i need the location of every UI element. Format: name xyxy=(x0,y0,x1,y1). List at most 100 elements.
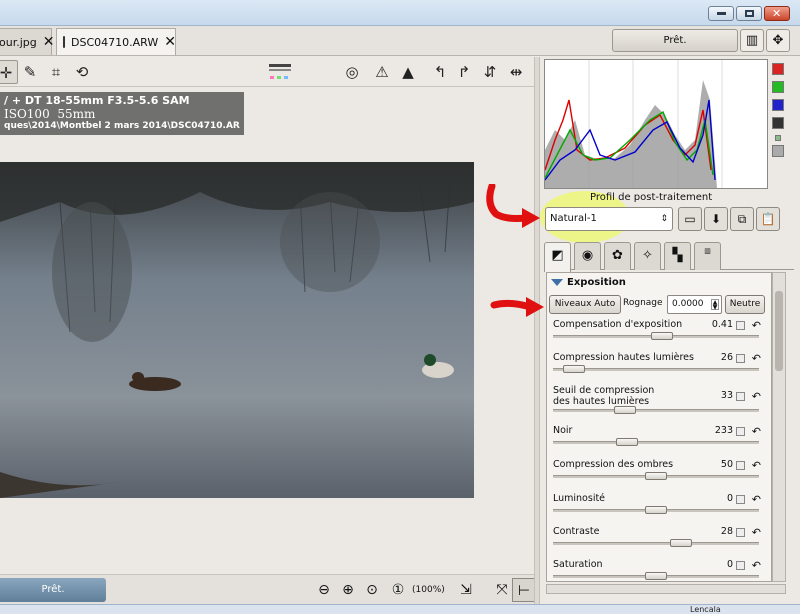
flip-vertical-icon[interactable]: ⇵ xyxy=(478,60,502,84)
slider-knob[interactable] xyxy=(562,365,585,373)
neutral-button[interactable]: Neutre xyxy=(725,295,765,314)
white-balance-picker-icon[interactable]: ✎ xyxy=(18,60,42,84)
reset-icon[interactable]: ↶ xyxy=(752,527,761,538)
straighten-tool-icon[interactable]: ⟲ xyxy=(70,60,94,84)
histogram-red-toggle[interactable] xyxy=(772,63,784,75)
reset-icon[interactable]: ↶ xyxy=(752,494,761,505)
slider-knob[interactable] xyxy=(616,438,639,446)
processing-profile-select[interactable]: Natural-1 ⇕ xyxy=(545,207,673,231)
queue-status-button[interactable]: Prêt. xyxy=(612,29,738,52)
zoom-in-icon[interactable]: ⊕ xyxy=(336,578,360,602)
status-bar: Prêt. ⊖ ⊕ ⊙ ① (100%) ⇲ ⤧ ⊢ xyxy=(0,574,536,604)
flip-horizontal-icon[interactable]: ⇹ xyxy=(504,60,528,84)
tab-dsc04710[interactable]: DSC04710.ARW ✕ xyxy=(56,28,176,55)
spin-arrows-icon[interactable] xyxy=(736,461,745,470)
reset-icon[interactable]: ↶ xyxy=(752,460,761,471)
rotate-left-icon[interactable]: ↰ xyxy=(428,60,452,84)
toggle-right-panel-icon[interactable]: ⊢ xyxy=(512,578,536,602)
slider-value: 233 xyxy=(714,425,733,436)
tab-label: our.jpg xyxy=(0,35,37,49)
tab-raw-icon[interactable]: ▥ xyxy=(694,242,721,270)
spin-arrows-icon[interactable] xyxy=(736,427,745,436)
rotate-right-icon[interactable]: ↱ xyxy=(452,60,476,84)
right-panel: Profil de post-traitement Natural-1 ⇕ ▭ … xyxy=(486,57,800,604)
close-icon: ✕ xyxy=(772,7,782,20)
auto-levels-button[interactable]: Niveaux Auto xyxy=(549,295,621,314)
image-toolbar: ✛ ✎ ⌗ ⟲ ◎ ⚠ ▲ ↰ ↱ ⇵ ⇹ xyxy=(0,57,534,87)
slider-label: Compression hautes lumières xyxy=(553,352,694,363)
detail-window-icon[interactable]: ⇲ xyxy=(454,578,478,602)
slider-knob[interactable] xyxy=(645,506,667,514)
close-tab-icon[interactable]: ✕ xyxy=(43,34,55,50)
histogram-luminance-toggle[interactable] xyxy=(772,117,784,129)
zoom-out-icon[interactable]: ⊖ xyxy=(312,578,336,602)
exposure-controls-row: Niveaux Auto Rognage 0.0000 ▲ ▼ Neutre xyxy=(549,295,769,315)
close-window-button[interactable]: ✕ xyxy=(764,6,790,21)
slider-knob[interactable] xyxy=(614,406,637,414)
panel-scrollbar[interactable] xyxy=(772,272,786,582)
spin-arrows-icon[interactable]: ▲ ▼ xyxy=(711,299,719,311)
spin-arrows-icon[interactable] xyxy=(736,321,745,330)
reset-icon[interactable]: ↶ xyxy=(752,426,761,437)
highlight-clipping-warning-icon[interactable]: ▲ xyxy=(396,60,420,84)
reset-icon[interactable]: ↶ xyxy=(752,320,761,331)
slider-knob[interactable] xyxy=(645,572,667,580)
paste-profile-icon[interactable]: 📋 xyxy=(756,207,780,231)
os-taskbar: Lencala xyxy=(0,604,800,614)
tool-tabs: ◩ ◉ ✿ ✧ ▚ ▥ xyxy=(544,240,794,272)
minimize-icon xyxy=(717,12,726,15)
red-arrow-annotation-2 xyxy=(490,297,544,317)
slider-label: Seuil de compression des hautes lumières xyxy=(553,385,655,407)
tab-advanced-icon[interactable]: ✧ xyxy=(634,242,661,270)
close-tab-icon[interactable]: ✕ xyxy=(164,34,176,50)
focus-mask-icon[interactable]: ◎ xyxy=(340,60,364,84)
before-after-icon[interactable] xyxy=(266,60,294,84)
slider-value: 0.41 xyxy=(711,319,733,330)
zoom-100-icon[interactable]: ① xyxy=(386,578,410,602)
pan-arrows-icon[interactable]: ✥ xyxy=(766,29,790,52)
panel-horizontal-scrollbar[interactable] xyxy=(546,584,786,594)
spin-arrows-icon[interactable] xyxy=(736,495,745,504)
tab-our-jpg[interactable]: our.jpg ✕ xyxy=(0,28,55,55)
slider-track[interactable] xyxy=(553,542,759,545)
hand-tool-icon[interactable]: ✛ xyxy=(0,60,18,84)
reset-icon[interactable]: ↶ xyxy=(752,391,761,402)
histogram-green-toggle[interactable] xyxy=(772,81,784,93)
reset-icon[interactable]: ↶ xyxy=(752,560,761,571)
slider-2: Seuil de compression des hautes lumières… xyxy=(553,385,761,415)
filmstrip-toggle-icon[interactable]: ▥ xyxy=(740,29,764,52)
tab-transform-icon[interactable]: ▚ xyxy=(664,242,691,270)
exif-lens: / + DT 18-55mm F3.5-5.6 SAM xyxy=(4,94,190,107)
histogram-bar-toggle[interactable] xyxy=(772,145,784,157)
exposure-header[interactable]: Exposition xyxy=(551,277,626,288)
save-profile-icon[interactable]: ⬇ xyxy=(704,207,728,231)
copy-profile-icon[interactable]: ⧉ xyxy=(730,207,754,231)
histogram-blue-toggle[interactable] xyxy=(772,99,784,111)
image-viewer[interactable]: / + DT 18-55mm F3.5-5.6 SAM ISO100 55mm … xyxy=(0,88,534,574)
reset-icon[interactable]: ↶ xyxy=(752,353,761,364)
maximize-button[interactable] xyxy=(736,6,762,21)
tab-color-icon[interactable]: ✿ xyxy=(604,242,631,270)
exif-iso-focal: ISO100 55mm xyxy=(4,107,96,121)
spin-arrows-icon[interactable] xyxy=(736,392,745,401)
crop-tool-icon[interactable]: ⌗ xyxy=(44,60,68,84)
slider-knob[interactable] xyxy=(651,332,674,340)
slider-value: 28 xyxy=(720,526,733,537)
spin-arrows-icon[interactable] xyxy=(736,561,745,570)
spin-arrows-icon[interactable] xyxy=(736,528,745,537)
open-folder-icon[interactable]: ▭ xyxy=(678,207,702,231)
spin-arrows-icon[interactable] xyxy=(736,354,745,363)
tab-exposure-icon[interactable]: ◩ xyxy=(544,242,571,272)
shadow-clipping-warning-icon[interactable]: ⚠ xyxy=(370,60,394,84)
fullscreen-icon[interactable]: ⤧ xyxy=(490,578,514,602)
slider-knob[interactable] xyxy=(669,539,692,547)
slider-track[interactable] xyxy=(553,441,759,444)
clip-input[interactable]: 0.0000 ▲ ▼ xyxy=(667,295,722,314)
slider-0: Compensation d'exposition 0.41 ↶ xyxy=(553,319,761,341)
zoom-fit-icon[interactable]: ⊙ xyxy=(360,578,384,602)
slider-knob[interactable] xyxy=(645,472,667,480)
minimize-button[interactable] xyxy=(708,6,734,21)
slider-track[interactable] xyxy=(553,409,759,412)
histogram-raw-toggle[interactable] xyxy=(775,135,781,141)
tab-details-icon[interactable]: ◉ xyxy=(574,242,601,270)
